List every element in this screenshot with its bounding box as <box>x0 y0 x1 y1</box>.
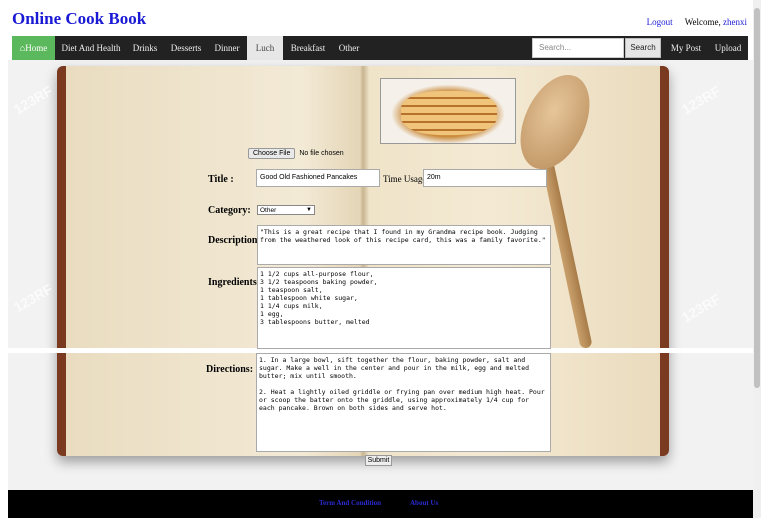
search-input[interactable]: Search... <box>532 38 624 58</box>
search-button[interactable]: Search <box>625 38 661 58</box>
ingredients-textarea[interactable]: 1 1/2 cups all-purpose flour, 3 1/2 teas… <box>257 267 551 349</box>
username-link[interactable]: zhenxi <box>723 17 747 27</box>
welcome-text: Welcome, <box>684 17 721 27</box>
directions-label: Directions: <box>206 364 254 375</box>
ingredients-label: Ingredients: <box>208 277 261 288</box>
choose-file-button[interactable]: Choose File <box>248 148 296 159</box>
site-title[interactable]: Online Cook Book <box>12 9 146 29</box>
footer-about-link[interactable]: About Us <box>410 499 438 507</box>
category-select[interactable]: Other ▼ <box>257 205 315 215</box>
main-nav: ⌂Home Diet And Health Drinks Desserts Di… <box>12 36 748 60</box>
logout-link[interactable]: Logout <box>647 17 673 27</box>
nav-diet-and-health[interactable]: Diet And Health <box>57 36 125 60</box>
recipe-photo <box>380 78 516 144</box>
nav-drinks[interactable]: Drinks <box>127 36 163 60</box>
nav-dinner[interactable]: Dinner <box>209 36 245 60</box>
nav-home[interactable]: ⌂Home <box>12 36 55 60</box>
nav-upload[interactable]: Upload <box>710 36 746 60</box>
nav-luch[interactable]: Luch <box>247 36 283 60</box>
title-input[interactable]: Good Old Fashioned Pancakes <box>256 169 380 187</box>
footer-terms-link[interactable]: Term And Condition <box>319 499 381 507</box>
dropdown-arrow-icon: ▼ <box>306 207 312 213</box>
user-area: Logout Welcome, zhenxi <box>647 17 747 27</box>
file-status: No file chosen <box>299 150 344 157</box>
footer: Term And Condition About Us <box>8 490 753 518</box>
scrollbar-thumb[interactable] <box>754 8 760 388</box>
nav-my-post[interactable]: My Post <box>664 36 708 60</box>
file-chooser: Choose File No file chosen <box>248 148 344 159</box>
nav-desserts[interactable]: Desserts <box>165 36 207 60</box>
category-value: Other <box>260 207 277 214</box>
directions-textarea[interactable]: 1. In a large bowl, sift together the fl… <box>256 353 551 452</box>
scrollbar[interactable] <box>753 0 761 518</box>
submit-button[interactable]: Submit <box>365 455 392 466</box>
pancake-image <box>401 91 497 135</box>
description-textarea[interactable]: "This is a great recipe that I found in … <box>257 225 551 265</box>
nav-home-label: Home <box>25 43 48 53</box>
title-label: Title : <box>208 174 234 185</box>
nav-breakfast[interactable]: Breakfast <box>285 36 331 60</box>
nav-other[interactable]: Other <box>333 36 365 60</box>
time-usage-input[interactable]: 20m <box>423 169 547 187</box>
description-label: Description: <box>208 235 261 246</box>
category-label: Category: <box>208 205 251 216</box>
